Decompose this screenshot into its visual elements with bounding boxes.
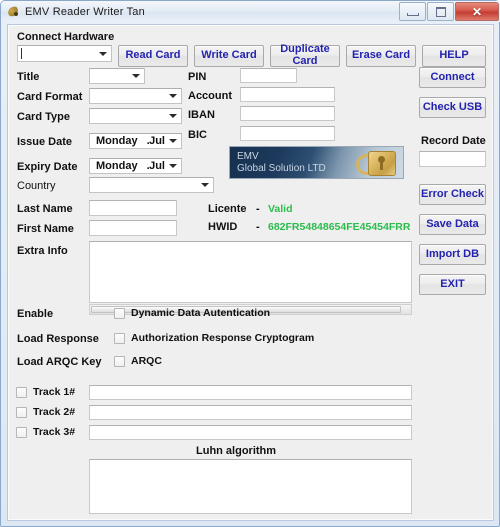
connect-hardware-label: Connect Hardware	[17, 31, 115, 43]
close-icon: ✕	[471, 4, 483, 19]
account-input[interactable]	[240, 87, 335, 102]
emv-card-logo: EMV Global Solution LTD	[229, 146, 404, 179]
issue-date-month: Jul	[149, 135, 165, 147]
track-2-checkbox-row[interactable]: Track 2#	[16, 406, 75, 418]
first-name-label: First Name	[17, 223, 74, 235]
card-type-label: Card Type	[17, 111, 70, 123]
load-arqc-key-label: Load ARQC Key	[17, 356, 102, 368]
country-label: Country	[17, 180, 56, 192]
account-label: Account	[188, 90, 232, 102]
track-3-input[interactable]	[89, 425, 412, 440]
extra-info-label: Extra Info	[17, 245, 68, 257]
minimize-button[interactable]	[399, 2, 426, 21]
track-1-label: Track 1#	[33, 386, 76, 398]
arqc-checkbox-row[interactable]: ARQC	[114, 355, 162, 367]
issue-date-picker[interactable]: Monday . Jul	[89, 133, 182, 149]
hwid-value: 682FR54848654FE45454FRR	[268, 221, 411, 233]
record-date-input[interactable]	[419, 151, 486, 167]
track-3-label: Track 3#	[33, 426, 76, 438]
hwid-label: HWID	[208, 221, 238, 233]
last-name-label: Last Name	[17, 203, 73, 215]
title-bar: EMV Reader Writer Tan ✕	[1, 1, 500, 22]
authorization-response-cryptogram-checkbox-row[interactable]: Authorization Response Cryptogram	[114, 332, 314, 344]
iban-label: IBAN	[188, 109, 215, 121]
chevron-down-icon	[169, 114, 177, 118]
client-panel: Connect Hardware Read Card Write Card Du…	[7, 24, 494, 521]
checkbox-icon[interactable]	[114, 332, 125, 344]
app-leaf-icon	[7, 5, 20, 18]
checkbox-icon[interactable]	[16, 406, 27, 418]
chevron-down-icon	[132, 74, 140, 78]
licence-dash: -	[256, 203, 260, 215]
close-button[interactable]: ✕	[455, 2, 499, 21]
licence-label: Licente	[208, 203, 247, 215]
help-button[interactable]: HELP	[422, 45, 486, 67]
check-usb-button[interactable]: Check USB	[419, 97, 486, 118]
arqc-label: ARQC	[131, 355, 162, 367]
connect-hardware-combo[interactable]	[17, 45, 112, 62]
authorization-response-cryptogram-label: Authorization Response Cryptogram	[131, 332, 315, 344]
duplicate-card-button[interactable]: Duplicate Card	[270, 44, 340, 67]
card-format-label: Card Format	[17, 91, 83, 103]
pin-label: PIN	[188, 71, 207, 83]
read-card-button[interactable]: Read Card	[118, 45, 188, 67]
country-combo[interactable]	[89, 177, 214, 193]
chevron-down-icon	[99, 51, 107, 56]
checkbox-icon[interactable]	[16, 426, 27, 438]
issue-date-day: Monday	[96, 135, 138, 147]
title-label: Title	[17, 71, 40, 83]
track-3-checkbox-row[interactable]: Track 3#	[16, 426, 75, 438]
exit-button[interactable]: EXIT	[419, 274, 486, 295]
erase-card-button[interactable]: Erase Card	[346, 45, 416, 67]
bic-input[interactable]	[240, 126, 335, 141]
iban-input[interactable]	[240, 106, 335, 121]
track-1-input[interactable]	[89, 385, 412, 400]
chevron-down-icon	[169, 164, 177, 168]
save-data-button[interactable]: Save Data	[419, 214, 486, 235]
card-type-combo[interactable]	[89, 108, 182, 124]
application-window: EMV Reader Writer Tan ✕ Connect Hardware…	[0, 0, 500, 527]
expiry-date-month: Jul	[149, 160, 165, 172]
enable-label: Enable	[17, 308, 54, 320]
expiry-date-picker[interactable]: Monday . Jul	[89, 158, 182, 174]
write-card-button[interactable]: Write Card	[194, 45, 264, 67]
bic-label: BIC	[188, 129, 207, 141]
extra-info-textarea[interactable]	[89, 241, 412, 303]
record-date-label: Record Date	[421, 135, 486, 147]
checkbox-icon[interactable]	[114, 355, 125, 367]
chevron-down-icon	[169, 139, 177, 143]
last-name-input[interactable]	[89, 200, 177, 216]
chevron-down-icon	[169, 94, 177, 98]
luhn-output-textarea[interactable]	[89, 459, 412, 514]
dynamic-data-authentication-checkbox-row[interactable]: Dynamic Data Autentication	[114, 307, 270, 319]
import-db-button[interactable]: Import DB	[419, 244, 486, 265]
dynamic-data-authentication-label: Dynamic Data Autentication	[131, 307, 271, 319]
issue-date-label: Issue Date	[17, 136, 73, 148]
expiry-date-day: Monday	[96, 160, 138, 172]
maximize-button[interactable]	[427, 2, 454, 21]
window-controls: ✕	[398, 2, 499, 21]
track-2-label: Track 2#	[33, 406, 76, 418]
checkbox-icon[interactable]	[16, 386, 27, 398]
logo-line-2: Global Solution LTD	[237, 163, 326, 174]
track-2-input[interactable]	[89, 405, 412, 420]
title-combo[interactable]	[89, 68, 145, 84]
window-title: EMV Reader Writer Tan	[25, 5, 145, 18]
load-response-label: Load Response	[17, 333, 99, 345]
emv-chip-icon	[368, 151, 396, 176]
chevron-down-icon	[201, 183, 209, 187]
error-check-button[interactable]: Error Check	[419, 184, 486, 205]
hwid-dash: -	[256, 221, 260, 233]
expiry-date-label: Expiry Date	[17, 161, 78, 173]
checkbox-icon[interactable]	[114, 307, 125, 319]
connect-button[interactable]: Connect	[419, 67, 486, 88]
first-name-input[interactable]	[89, 220, 177, 236]
luhn-algorithm-title: Luhn algorithm	[196, 445, 277, 457]
logo-line-1: EMV	[237, 151, 259, 162]
licence-status-value: Valid	[268, 203, 293, 215]
track-1-checkbox-row[interactable]: Track 1#	[16, 386, 75, 398]
card-format-combo[interactable]	[89, 88, 182, 104]
pin-input[interactable]	[240, 68, 297, 83]
